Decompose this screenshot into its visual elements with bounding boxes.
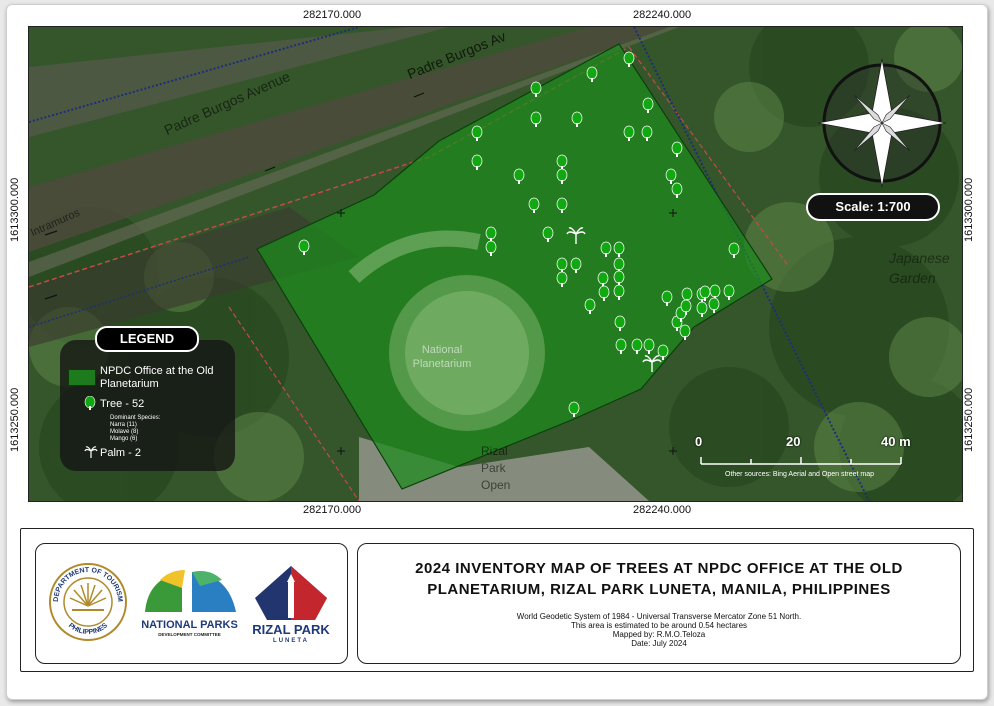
legend-area-label: NPDC Office at the Old Planetarium [100,365,214,390]
info-date: Date: July 2024 [631,639,687,648]
map-frame[interactable]: Padre Burgos Avenue Padre Burgos Av Intr… [28,26,963,502]
rizal-park-subtitle: LUNETA [273,638,309,644]
coord-left-lower: 1613250.000 [9,387,21,452]
rizal-park-logo-icon [255,566,327,620]
info-area: This area is estimated to be around 0.54… [570,621,748,630]
coord-bottom-left: 282170.000 [303,504,362,516]
coord-top-left: 282170.000 [303,9,362,21]
logo-panel: DEPARTMENT OF TOURISM PHILIPPINES NATION… [35,543,348,664]
scale-bar-label-20: 20 [786,434,801,449]
sources-note: Other sources: Bing Aerial and Open stre… [725,471,875,478]
info-mapped-by: Mapped by: R.M.O.Teloza [612,630,706,639]
rizal-park-title: RIZAL PARK [252,622,330,637]
legend-tree-label: Tree - 52 [100,398,145,410]
legend-title: LEGEND [95,326,199,352]
legend-palm-label: Palm - 2 [100,447,141,459]
coord-right-upper: 1613300.000 [963,177,975,242]
scale-bar-label-0: 0 [695,434,703,449]
coord-bottom-right: 282240.000 [633,504,692,516]
tree-icon [84,396,96,410]
map-info: World Geodetic System of 1984 - Universa… [358,612,960,648]
place-label-planetarium: National Planetarium [412,344,472,370]
coord-right-lower: 1613250.000 [963,387,975,452]
legend: LEGEND NPDC Office at the Old Planetariu… [60,326,235,471]
coord-top-right: 282240.000 [633,9,692,21]
national-parks-title: NATIONAL PARKS [141,619,238,631]
scale-label: Scale: 1:700 [806,193,940,221]
scale-bar-label-40: 40 m [881,434,911,449]
legend-species-3: Mango (6) [110,436,138,442]
department-of-tourism-seal: DEPARTMENT OF TOURISM PHILIPPINES [49,563,127,641]
legend-species-1: Narra (11) [110,422,137,428]
palm-icon [84,446,98,458]
map-title-line-2: PLANETARIUM, RIZAL PARK LUNETA, MANILA, … [427,581,891,598]
legend-area-swatch [68,369,96,386]
national-parks-subtitle: DEVELOPMENT COMMITTEE [158,632,221,637]
info-projection: World Geodetic System of 1984 - Universa… [516,612,802,621]
place-label-rizal-park: Rizal Park Open [481,444,511,492]
national-parks-logo-icon [145,570,236,612]
coord-left-upper: 1613300.000 [9,177,21,242]
title-panel: 2024 INVENTORY MAP OF TREES AT NPDC OFFI… [357,543,961,664]
map-title-line-1: 2024 INVENTORY MAP OF TREES AT NPDC OFFI… [415,560,903,577]
place-label-japanese-garden: Japanese Garden [889,250,950,286]
legend-species-header: Dominant Species: [110,415,161,421]
map-title: 2024 INVENTORY MAP OF TREES AT NPDC OFFI… [358,558,960,600]
legend-species-2: Molave (8) [110,429,139,435]
